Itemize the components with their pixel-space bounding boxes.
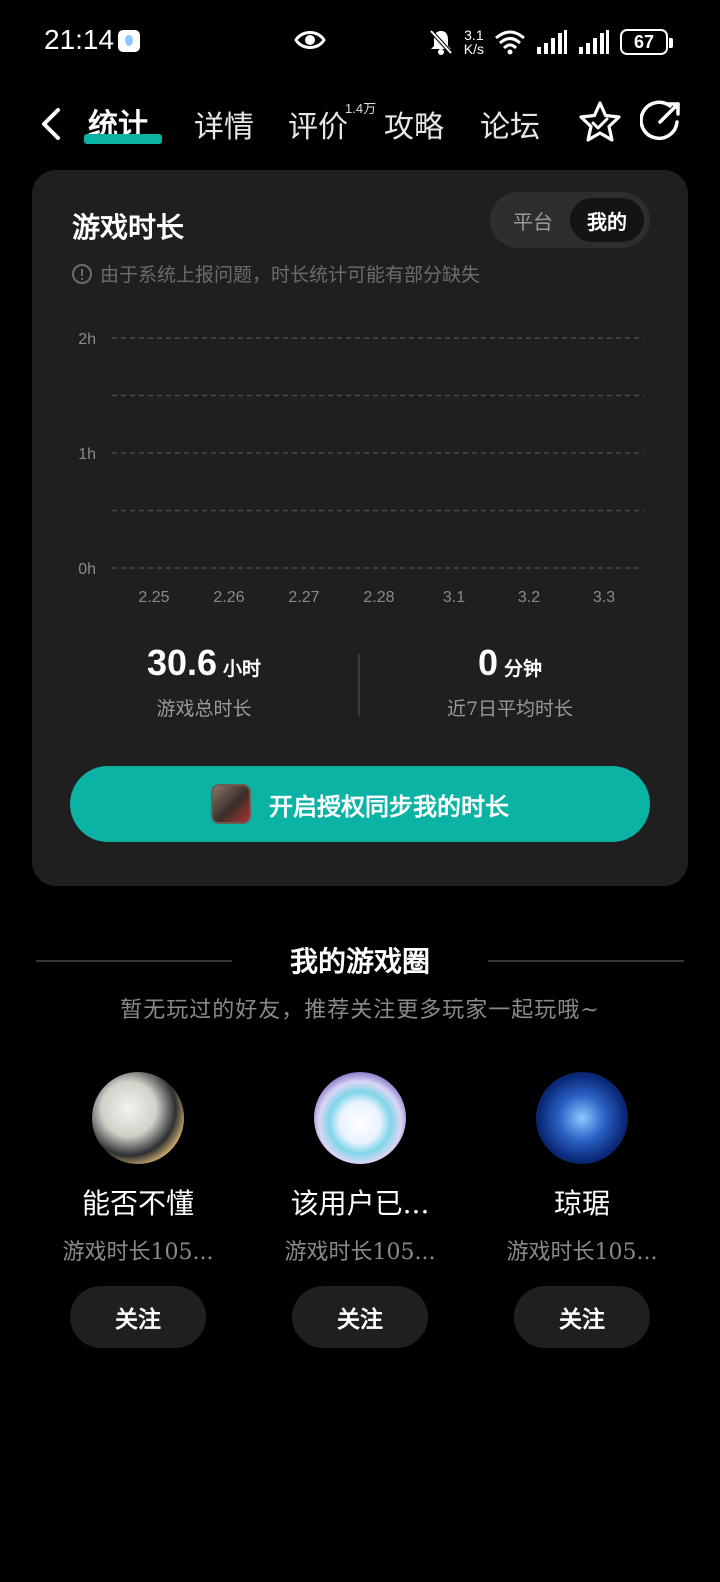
eye-icon bbox=[294, 31, 326, 49]
mute-icon bbox=[429, 29, 453, 55]
game-icon bbox=[211, 784, 251, 824]
status-right-icons: 3.1 K/s 67 bbox=[428, 24, 673, 60]
recommended-player: 该用户已... 游戏时长105... 关注 bbox=[250, 1072, 470, 1348]
avatar[interactable] bbox=[536, 1072, 628, 1164]
follow-button[interactable]: 关注 bbox=[514, 1286, 650, 1348]
follow-button[interactable]: 关注 bbox=[292, 1286, 428, 1348]
chart-x-tick-label: 3.2 bbox=[518, 589, 540, 606]
status-time: 21:14 bbox=[44, 24, 115, 55]
app-notification-icon bbox=[118, 30, 140, 52]
star-icon[interactable] bbox=[578, 100, 622, 144]
player-playtime: 游戏时长105... bbox=[506, 1240, 658, 1265]
player-name[interactable]: 该用户已... bbox=[250, 1182, 470, 1222]
signal-icon bbox=[537, 30, 567, 54]
net-speed-value: 3.1 bbox=[464, 27, 484, 43]
avg-playtime-label: 近7日平均时长 bbox=[446, 698, 574, 720]
total-playtime-unit: 小时 bbox=[223, 658, 262, 680]
sync-button-label: 开启授权同步我的时长 bbox=[269, 791, 509, 821]
avg-playtime-value: 0 bbox=[477, 642, 498, 683]
avatar[interactable] bbox=[92, 1072, 184, 1164]
data-notice: 由于系统上报问题，时长统计可能有部分缺失 bbox=[72, 260, 480, 287]
net-speed: 3.1 K/s bbox=[464, 28, 484, 56]
tab-reviews[interactable]: 评价 bbox=[288, 102, 348, 146]
game-circle-header: 我的游戏圈 bbox=[36, 940, 684, 980]
stats-card: 游戏时长 平台 我的 由于系统上报问题，时长统计可能有部分缺失 0h 1h 2h 2.… bbox=[32, 170, 688, 886]
chart-x-tick-label: 3.3 bbox=[593, 589, 615, 606]
player-name[interactable]: 琼琚 bbox=[472, 1182, 692, 1222]
avg-playtime: 0 分钟 近7日平均时长 bbox=[360, 642, 660, 721]
status-bar: 21:14 3.1 K/s 67 bbox=[0, 0, 720, 84]
playtime-chart: 0h 1h 2h 2.25 2.26 2.27 2.28 3.1 3.2 3.3 bbox=[78, 331, 644, 606]
avg-playtime-unit: 分钟 bbox=[504, 658, 543, 680]
chart-x-tick-label: 2.27 bbox=[288, 589, 319, 606]
tab-active-indicator bbox=[84, 134, 162, 144]
chart-y-tick-label: 1h bbox=[78, 446, 96, 463]
wifi-icon bbox=[495, 30, 525, 55]
share-icon[interactable] bbox=[640, 100, 682, 142]
sync-playtime-button[interactable]: 开启授权同步我的时长 bbox=[70, 766, 650, 842]
chart-x-tick-label: 2.28 bbox=[363, 589, 394, 606]
battery-icon: 67 bbox=[620, 29, 673, 55]
tab-forum[interactable]: 论坛 bbox=[480, 102, 540, 146]
recommended-player: 琼琚 游戏时长105... 关注 bbox=[472, 1072, 692, 1348]
toggle-mine[interactable]: 我的 bbox=[570, 198, 644, 242]
chart-y-tick-label: 0h bbox=[78, 561, 96, 578]
total-playtime-value: 30.6 bbox=[146, 642, 218, 683]
back-icon[interactable] bbox=[36, 104, 68, 144]
total-playtime-label: 游戏总时长 bbox=[156, 698, 252, 720]
stats-title: 游戏时长 bbox=[72, 211, 185, 244]
chart-y-tick-label: 2h bbox=[78, 331, 96, 348]
total-playtime: 30.6 小时 游戏总时长 bbox=[54, 642, 354, 721]
review-count-badge: 1.4万 bbox=[345, 101, 377, 116]
chart-x-tick-label: 3.1 bbox=[443, 589, 465, 606]
game-circle-subtitle: 暂无玩过的好友，推荐关注更多玩家一起玩哦~ bbox=[120, 998, 600, 1023]
toggle-platform[interactable]: 平台 bbox=[496, 198, 570, 242]
net-speed-unit: K/s bbox=[463, 41, 484, 57]
divider bbox=[488, 960, 684, 962]
player-name[interactable]: 能否不懂 bbox=[28, 1182, 248, 1222]
tab-guides[interactable]: 攻略 bbox=[384, 102, 444, 146]
chart-x-tick-label: 2.25 bbox=[138, 589, 169, 606]
follow-button[interactable]: 关注 bbox=[70, 1286, 206, 1348]
recommended-player: 能否不懂 游戏时长105... 关注 bbox=[28, 1072, 248, 1348]
data-source-toggle: 平台 我的 bbox=[490, 192, 650, 248]
avatar[interactable] bbox=[314, 1072, 406, 1164]
chart-x-tick-label: 2.26 bbox=[213, 589, 244, 606]
player-playtime: 游戏时长105... bbox=[62, 1240, 214, 1265]
signal-icon bbox=[579, 30, 609, 54]
player-playtime: 游戏时长105... bbox=[284, 1240, 436, 1265]
info-icon bbox=[72, 263, 92, 284]
tab-details[interactable]: 详情 bbox=[194, 102, 254, 146]
notice-text: 由于系统上报问题，时长统计可能有部分缺失 bbox=[100, 264, 481, 286]
